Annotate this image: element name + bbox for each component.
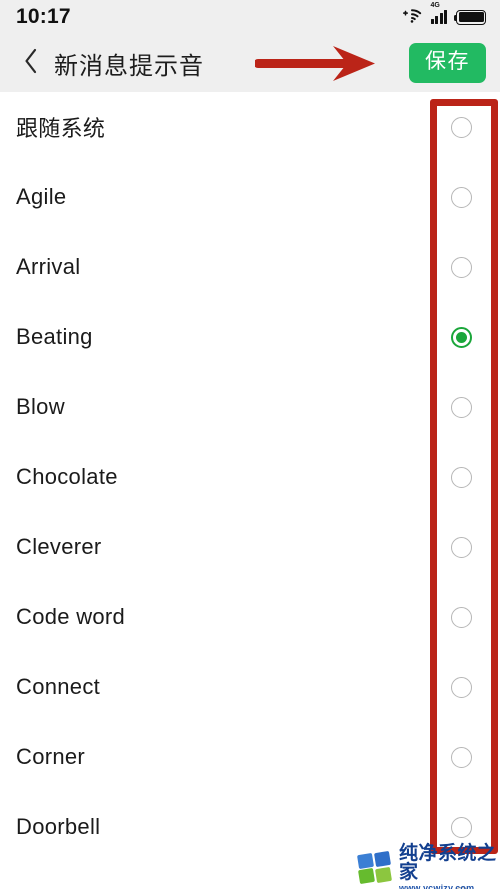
battery-full-icon [453,9,486,25]
list-item-label: 跟随系统 [16,116,106,141]
radio-button[interactable] [451,186,472,208]
list-item-label: Arrival [16,254,81,279]
list-item[interactable]: Connect [0,652,500,722]
list-item[interactable]: Arrival [0,232,500,302]
page-title: 新消息提示音 [54,52,204,80]
list-item-label: Doorbell [16,814,101,839]
radio-button-selected[interactable] [451,326,472,348]
status-bar: 10:17 4G [0,0,500,34]
list-item-label: Code word [16,604,126,629]
list-item[interactable]: Code word [0,582,500,652]
list-item-label: Blow [16,394,65,419]
list-item[interactable]: Agile [0,162,500,232]
radio-button[interactable] [451,746,472,768]
list-item-label: Connect [16,674,101,699]
list-item-label: Corner [16,744,86,769]
signal-network-label: 4G [430,2,440,9]
wifi-icon [402,7,422,28]
list-item[interactable]: Corner [0,722,500,792]
list-item-label: Agile [16,184,67,209]
list-item-label: Chocolate [16,464,118,489]
status-icons: 4G [402,2,486,28]
list-item[interactable]: Blow [0,372,500,442]
list-item[interactable]: Beating [0,302,500,372]
list-item[interactable]: Doorbell [0,792,500,862]
list-item[interactable]: Chocolate [0,442,500,512]
list-item-label: Beating [16,324,93,349]
radio-button[interactable] [451,396,472,418]
signal-bars-icon: 4G [430,2,447,24]
radio-button[interactable] [451,116,472,138]
radio-button[interactable] [451,256,472,278]
list-item-label: Cleverer [16,534,102,559]
list-item[interactable]: 跟随系统 [0,92,500,162]
phone-screen: 10:17 4G 新消息提示音 保存 跟随系统 Agile Arrival Be… [0,0,500,889]
back-chevron-icon [23,47,39,80]
list-item[interactable] [0,862,500,889]
radio-button[interactable] [451,676,472,698]
radio-button[interactable] [451,466,472,488]
ringtone-list[interactable]: 跟随系统 Agile Arrival Beating Blow Chocolate Clev… [0,92,500,889]
radio-button[interactable] [451,536,472,558]
back-button[interactable] [16,45,46,81]
list-item[interactable]: Cleverer [0,512,500,582]
status-time: 10:17 [16,5,71,28]
radio-button[interactable] [451,816,472,838]
app-bar: 新消息提示音 保存 [0,34,500,92]
save-button[interactable]: 保存 [409,43,486,83]
radio-button[interactable] [451,606,472,628]
